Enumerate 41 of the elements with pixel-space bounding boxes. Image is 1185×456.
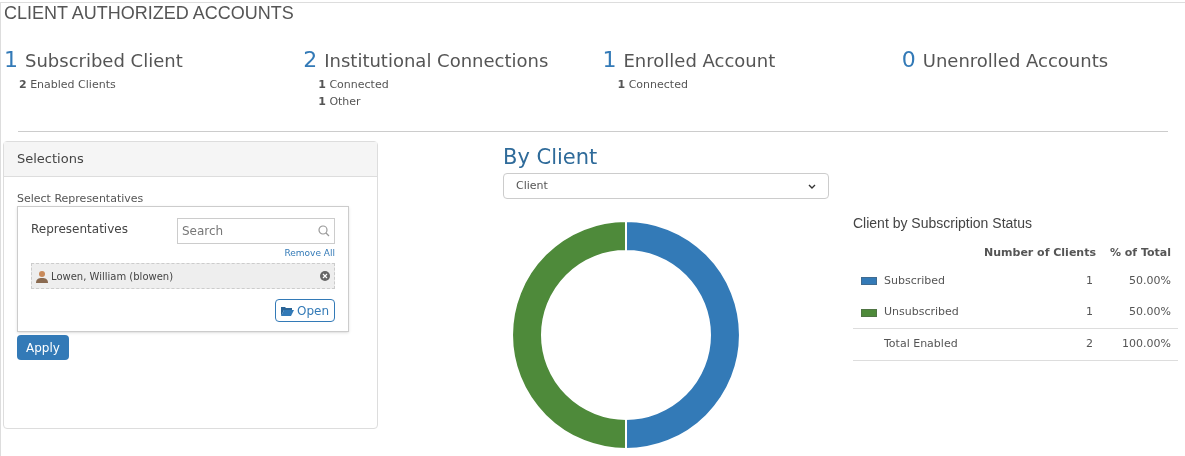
stat-detail: 1 Connected bbox=[318, 77, 389, 92]
stat-label: Subscribed Client bbox=[25, 49, 183, 73]
chevron-down-icon bbox=[808, 183, 816, 189]
client-dropdown[interactable]: Client bbox=[503, 173, 829, 199]
stat-number: 1 bbox=[602, 48, 617, 72]
column-header: Number of Clients bbox=[983, 244, 1096, 261]
remove-all-link[interactable]: Remove All bbox=[284, 247, 335, 259]
table-cell-text: 100.00% bbox=[1121, 336, 1172, 353]
table-cell: Unsubscribed bbox=[884, 304, 959, 321]
apply-button[interactable]: Apply bbox=[17, 335, 69, 360]
remove-icon[interactable] bbox=[320, 271, 330, 281]
column-header: % of Total bbox=[1108, 244, 1172, 261]
open-button[interactable]: Open bbox=[274, 299, 335, 322]
stat-number: 2 bbox=[303, 48, 318, 72]
table-cell-text: Total Enabled bbox=[883, 336, 959, 353]
search-field[interactable]: Search bbox=[177, 218, 335, 244]
folder-icon bbox=[280, 305, 294, 316]
stat-number: 1 bbox=[4, 48, 18, 72]
stat-detail: 1 Other bbox=[318, 94, 361, 109]
stat-detail: 1 Connected bbox=[617, 77, 688, 92]
list-label: Representatives bbox=[31, 221, 128, 238]
stat-label: Enrolled Account bbox=[623, 49, 776, 73]
table-cell-text: 1 bbox=[1085, 304, 1094, 321]
page-title: CLIENT AUTHORIZED ACCOUNTS bbox=[3, 3, 295, 23]
table-title: Client by Subscription Status bbox=[853, 214, 1033, 232]
stat-label: Unenrolled Accounts bbox=[922, 49, 1109, 73]
table-cell-text: Subscribed bbox=[884, 272, 946, 289]
table-cell-text: 1 bbox=[1085, 272, 1094, 289]
panel-title: Selections bbox=[17, 150, 84, 169]
table-cell-text: 50.00% bbox=[1128, 304, 1172, 321]
representative-name: Lowen, William (blowen) bbox=[51, 269, 174, 284]
table-cell-text: 50.00% bbox=[1128, 272, 1172, 289]
search-icon bbox=[318, 225, 330, 237]
representative-chip[interactable]: Lowen, William (blowen) bbox=[31, 263, 335, 289]
section-label: Select Representatives bbox=[17, 192, 145, 206]
chart-title: By Client bbox=[503, 144, 599, 170]
stat-number: 0 bbox=[901, 48, 916, 72]
person-icon bbox=[36, 269, 48, 283]
stat-label: Institutional Connections bbox=[324, 49, 549, 73]
stat-detail: 2 Enabled Clients bbox=[19, 77, 116, 92]
table-cell-text: 2 bbox=[1085, 336, 1094, 353]
